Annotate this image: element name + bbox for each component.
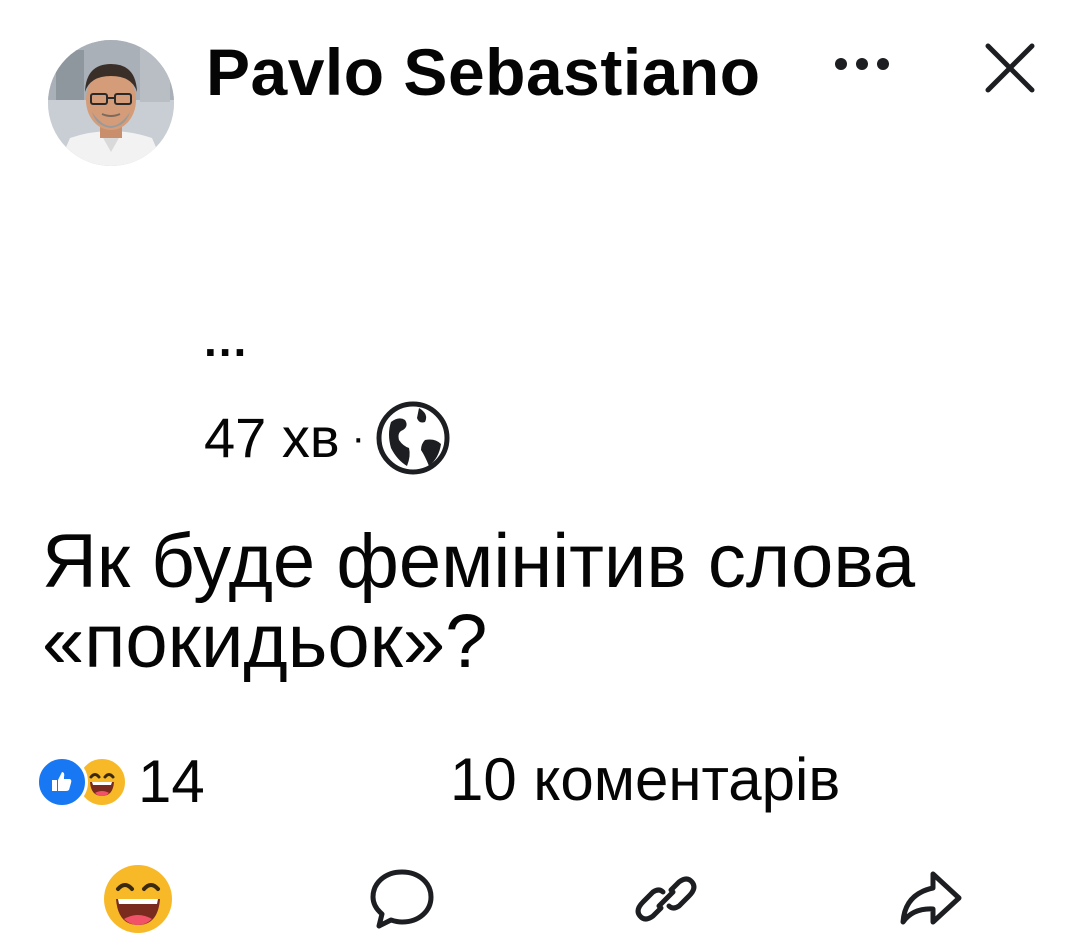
copy-link-button[interactable] (618, 858, 714, 940)
avatar-photo (48, 40, 174, 166)
close-icon (985, 43, 1035, 93)
meta-separator: · (351, 416, 365, 460)
reaction-count: 14 (138, 748, 205, 815)
more-options-button[interactable] (824, 40, 900, 88)
like-reaction-icon (36, 756, 88, 808)
comments-count-link[interactable]: 10 коментарів (450, 744, 840, 816)
link-icon (635, 876, 697, 922)
author-avatar[interactable] (48, 40, 174, 166)
post-meta: 47 хв · (204, 398, 451, 478)
comment-button[interactable] (354, 858, 450, 940)
post-text: Як буде фемінітив слова «покидьок»? (42, 519, 916, 684)
author-name-overflow: ... (204, 314, 249, 366)
share-button[interactable] (882, 858, 978, 940)
haha-react-icon (104, 865, 172, 933)
author-name[interactable]: Pavlo Sebastiano (206, 34, 766, 110)
comment-icon (370, 869, 434, 929)
close-button[interactable] (968, 26, 1052, 110)
reactions-summary[interactable]: 14 (36, 750, 205, 814)
react-button[interactable] (90, 858, 186, 940)
globe-icon[interactable] (375, 400, 451, 476)
more-options-icon (835, 58, 889, 70)
post-timestamp[interactable]: 47 хв (204, 403, 340, 473)
share-icon (900, 871, 962, 925)
